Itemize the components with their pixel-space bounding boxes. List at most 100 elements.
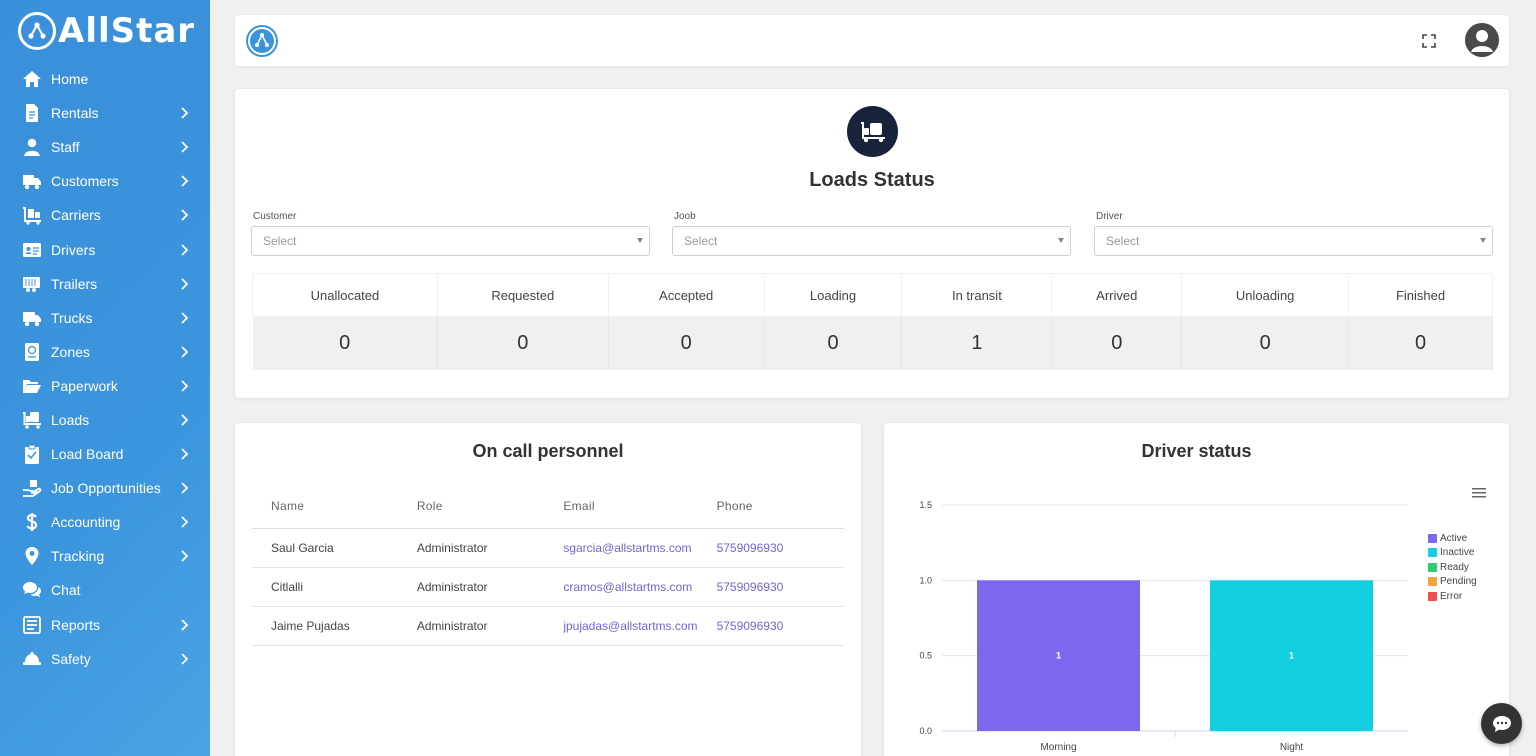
status-count[interactable]: 0: [1181, 316, 1350, 370]
status-count[interactable]: 1: [901, 316, 1053, 370]
status-header: Unloading: [1181, 273, 1350, 317]
legend-item-inactive[interactable]: Inactive: [1428, 546, 1477, 561]
legend-swatch: [1428, 548, 1437, 558]
sidebar-item-carriers[interactable]: Carriers: [0, 198, 210, 232]
table-row: Saul Garcia Administrator sgarcia@allstart…: [252, 528, 844, 568]
chevron-right-icon: [178, 549, 192, 563]
column-header[interactable]: Role: [397, 484, 545, 529]
loads-status-card: Loads Status Customer Select Joob Select…: [235, 89, 1509, 398]
sidebar-item-home[interactable]: Home: [0, 62, 210, 96]
chat-bubble-button[interactable]: [1481, 703, 1522, 744]
legend-item-ready[interactable]: Ready: [1428, 560, 1477, 575]
sidebar-item-drivers[interactable]: Drivers: [0, 232, 210, 266]
top-bar: [235, 15, 1509, 66]
legend-swatch: [1428, 533, 1437, 543]
loads-dolly-icon: [847, 106, 898, 157]
table-row: Jaime Pujadas Administrator jpujadas@allst…: [252, 606, 844, 646]
user-icon: [22, 137, 42, 157]
sidebar-item-tracking[interactable]: Tracking: [0, 539, 210, 573]
chat-icon: [1492, 715, 1511, 732]
person-email[interactable]: cramos@allstartms.com: [544, 567, 698, 607]
on-call-personnel-card: On call personnel Name Role Email Phone Sau…: [235, 423, 861, 756]
chevron-right-icon: [178, 379, 192, 393]
status-count[interactable]: 0: [1348, 316, 1493, 370]
sidebar-item-reports[interactable]: Reports: [0, 608, 210, 642]
person-phone[interactable]: 5759096930: [697, 606, 844, 646]
sidebar-item-trailers[interactable]: Trailers: [0, 267, 210, 301]
customer-select[interactable]: Select: [251, 226, 650, 256]
sidebar-item-rentals[interactable]: Rentals: [0, 96, 210, 130]
id-card-icon: [22, 240, 42, 260]
legend-label: Active: [1440, 532, 1468, 544]
data-label: 1: [1289, 651, 1294, 661]
user-avatar[interactable]: [1465, 23, 1499, 57]
y-tick-label: 1.0: [919, 575, 932, 585]
legend-item-pending[interactable]: Pending: [1428, 575, 1477, 590]
sidebar-item-customers[interactable]: Customers: [0, 164, 210, 198]
sidebar-item-trucks[interactable]: Trucks: [0, 301, 210, 335]
home-icon: [22, 69, 42, 89]
chevron-right-icon: [178, 618, 192, 632]
status-count[interactable]: 0: [608, 316, 765, 370]
sidebar-item-load-board[interactable]: Load Board: [0, 437, 210, 471]
app-logo-icon[interactable]: [246, 25, 278, 57]
chevron-right-icon: [178, 106, 192, 120]
sidebar-item-staff[interactable]: Staff: [0, 130, 210, 164]
sidebar-item-loads[interactable]: Loads: [0, 403, 210, 437]
sidebar-item-paperwork[interactable]: Paperwork: [0, 369, 210, 403]
person-phone[interactable]: 5759096930: [697, 528, 844, 568]
legend-swatch: [1428, 562, 1437, 572]
sidebar-item-accounting[interactable]: Accounting: [0, 505, 210, 539]
legend-swatch: [1428, 577, 1437, 587]
sidebar-item-zones[interactable]: Zones: [0, 335, 210, 369]
sidebar-item-safety[interactable]: Safety: [0, 642, 210, 676]
sidebar-item-label: Chat: [51, 582, 81, 599]
legend-item-active[interactable]: Active: [1428, 531, 1477, 546]
sidebar-item-label: Staff: [51, 139, 80, 156]
person-email[interactable]: sgarcia@allstartms.com: [544, 528, 698, 568]
person-role: Administrator: [397, 528, 545, 568]
x-tick-label: Morning: [1040, 742, 1076, 753]
person-name: Citlalli: [252, 567, 398, 607]
sidebar-item-label: Job Opportunities: [51, 480, 161, 497]
trailer-icon: [22, 274, 42, 294]
driver-filter: Driver Select: [1094, 211, 1493, 256]
sidebar-item-job-opportunities[interactable]: Job Opportunities: [0, 471, 210, 505]
driver-select[interactable]: Select: [1094, 226, 1493, 256]
status-count[interactable]: 0: [764, 316, 903, 370]
sidebar-item-chat[interactable]: Chat: [0, 573, 210, 607]
legend-item-error[interactable]: Error: [1428, 589, 1477, 604]
person-phone[interactable]: 5759096930: [697, 567, 844, 607]
brand-logo[interactable]: AllStar: [0, 0, 210, 62]
truck-icon: [22, 308, 42, 328]
chevron-right-icon: [178, 243, 192, 257]
column-header[interactable]: Name: [252, 484, 398, 529]
column-header[interactable]: Phone: [697, 484, 844, 529]
person-email[interactable]: jpujadas@allstartms.com: [544, 606, 698, 646]
clipboard-icon: [22, 444, 42, 465]
status-count[interactable]: 0: [1051, 316, 1183, 370]
status-count[interactable]: 0: [252, 316, 438, 370]
fullscreen-icon[interactable]: [1421, 33, 1437, 49]
chevron-right-icon: [178, 311, 192, 325]
user-avatar-icon: [1465, 23, 1499, 57]
person-role: Administrator: [397, 567, 545, 607]
map-marker-icon: [22, 546, 42, 566]
dolly-icon: [22, 205, 42, 226]
status-count[interactable]: 0: [437, 316, 609, 370]
status-header: In transit: [901, 273, 1053, 317]
job-select[interactable]: Select: [672, 226, 1071, 256]
job-select-placeholder: Select: [684, 234, 718, 248]
status-header: Requested: [436, 273, 609, 317]
dollar-icon: [22, 512, 42, 532]
chevron-right-icon: [178, 515, 192, 529]
folder-open-icon: [22, 376, 42, 396]
customer-filter-label: Customer: [253, 211, 297, 222]
customer-filter: Customer Select: [251, 211, 650, 256]
chevron-right-icon: [178, 208, 192, 222]
legend-swatch: [1428, 591, 1437, 601]
sidebar-item-label: Trucks: [51, 309, 93, 326]
table-row: Citlalli Administrator cramos@allstartms.c…: [252, 567, 844, 607]
column-header[interactable]: Email: [544, 484, 698, 529]
sidebar-item-label: Rentals: [51, 105, 99, 122]
